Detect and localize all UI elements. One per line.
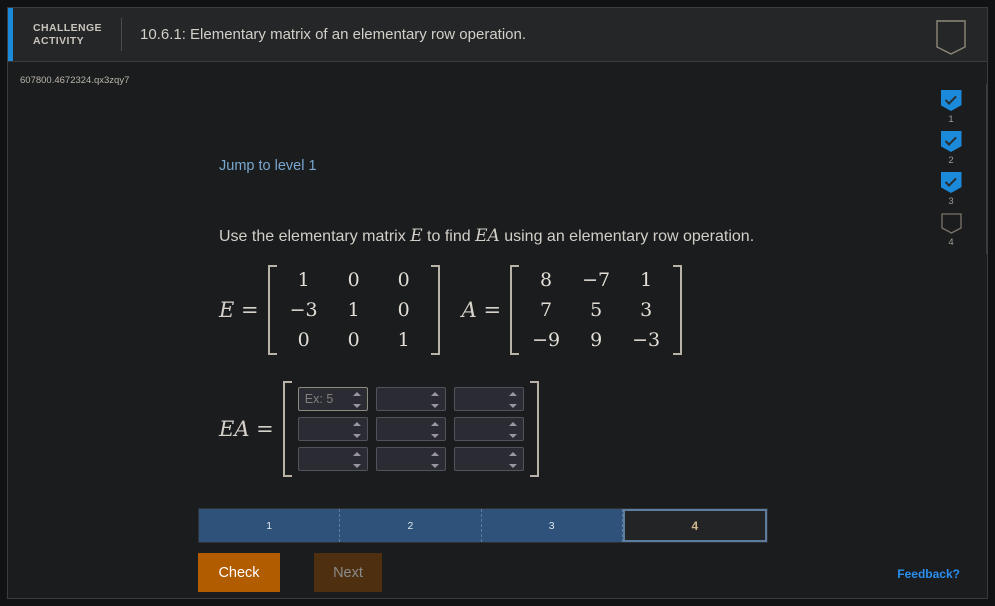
answer-cell-1-3[interactable]: [453, 387, 524, 411]
matrix-cell: −3: [289, 299, 318, 321]
check-button[interactable]: Check: [198, 553, 280, 592]
stepper-arrows-icon[interactable]: [353, 392, 362, 408]
matrix-cell: −7: [582, 269, 611, 291]
challenge-activity-kicker: CHALLENGE ACTIVITY: [33, 22, 103, 48]
matrix-A-label: A =: [461, 298, 502, 322]
prompt-var-E: E: [410, 226, 423, 246]
matrix-EA-label: EA =: [219, 417, 274, 441]
level-badge-4: 4: [940, 213, 962, 248]
page-root: CHALLENGE ACTIVITY 10.6.1: Elementary ma…: [0, 0, 995, 606]
stepper-arrows-icon[interactable]: [353, 422, 362, 438]
stepper-arrows-icon[interactable]: [509, 452, 518, 468]
stepper-arrows-icon[interactable]: [431, 452, 440, 468]
matrix-cell: −3: [632, 329, 661, 351]
question-content: Jump to level 1 Use the elementary matri…: [219, 158, 759, 477]
stepper-arrows-icon[interactable]: [509, 422, 518, 438]
header-accent-bar: [8, 8, 13, 61]
matrix-cell: 3: [640, 299, 653, 321]
level-progress-bar: 1 2 3 4: [198, 508, 768, 543]
matrix-cell: 0: [347, 329, 360, 351]
level-badge-3: 3: [940, 172, 962, 207]
progress-segment-4[interactable]: 4: [622, 509, 767, 542]
prompt-part-2: to find: [422, 228, 476, 245]
header-divider: [121, 18, 122, 51]
matrix-cell: 5: [590, 299, 603, 321]
progress-segment-1[interactable]: 1: [199, 509, 341, 542]
level-badge-label: 4: [948, 237, 954, 248]
check-badge-icon: [940, 131, 962, 152]
matrix-E-label: E =: [219, 298, 259, 322]
answer-cell-1-1[interactable]: [297, 387, 368, 411]
matrix-cell: 9: [590, 329, 603, 351]
matrix-A-left-bracket: [510, 265, 520, 355]
action-buttons: Check Next: [198, 553, 382, 592]
answer-cell-2-1[interactable]: [297, 417, 368, 441]
progress-segment-2[interactable]: 2: [340, 509, 482, 542]
matrix-EA-left-bracket: [282, 381, 292, 477]
question-prompt: Use the elementary matrix E to find EA u…: [219, 224, 759, 249]
question-id: 607800.4672324.qx3zqy7: [20, 75, 130, 86]
matrix-A-grid: 8 −7 1 7 5 3 −9 9 −3: [521, 265, 671, 355]
kicker-line-2: ACTIVITY: [33, 34, 85, 47]
level-badge-label: 3: [948, 196, 954, 207]
activity-body: 607800.4672324.qx3zqy7 1 2 3 4 Jump to l…: [8, 62, 987, 598]
matrix-cell: 1: [640, 269, 653, 291]
activity-card: CHALLENGE ACTIVITY 10.6.1: Elementary ma…: [7, 7, 988, 599]
answer-cell-2-2[interactable]: [375, 417, 446, 441]
matrix-cell: 8: [540, 269, 553, 291]
stepper-arrows-icon[interactable]: [431, 422, 440, 438]
check-badge-icon: [940, 172, 962, 193]
jump-to-level-link[interactable]: Jump to level 1: [219, 158, 759, 174]
matrix-cell: −9: [532, 329, 561, 351]
progress-segment-3[interactable]: 3: [481, 509, 623, 542]
stepper-arrows-icon[interactable]: [431, 392, 440, 408]
matrix-cell: 0: [397, 269, 410, 291]
answer-input-grid: [294, 381, 528, 477]
stepper-arrows-icon[interactable]: [509, 392, 518, 408]
level-badge-label: 2: [948, 155, 954, 166]
matrix-cell: 1: [397, 329, 410, 351]
matrix-cell: 7: [540, 299, 553, 321]
matrix-E-right-bracket: [430, 265, 440, 355]
matrix-cell: 1: [297, 269, 310, 291]
level-rail: 1 2 3 4: [933, 90, 969, 254]
answer-matrix: EA =: [219, 381, 759, 477]
prompt-var-EA: EA: [475, 226, 500, 246]
answer-cell-3-3[interactable]: [453, 447, 524, 471]
matrix-E-grid: 1 0 0 −3 1 0 0 0 1: [279, 265, 429, 355]
matrix-EA-right-bracket: [529, 381, 539, 477]
next-button: Next: [314, 553, 382, 592]
rail-divider: [986, 84, 987, 254]
prompt-part-3: using an elementary row operation.: [499, 228, 755, 245]
empty-badge-icon: [940, 213, 962, 234]
level-badge-label: 1: [948, 114, 954, 125]
given-matrices: E = 1 0 0 −3 1 0 0 0 1 A = 8 −7 1 7 5 3 …: [219, 265, 759, 355]
activity-header: CHALLENGE ACTIVITY 10.6.1: Elementary ma…: [8, 8, 987, 62]
matrix-cell: 0: [297, 329, 310, 351]
matrix-A-right-bracket: [673, 265, 683, 355]
level-badge-2: 2: [940, 131, 962, 166]
matrix-cell: 0: [347, 269, 360, 291]
feedback-link[interactable]: Feedback?: [897, 567, 960, 581]
matrix-cell: 1: [347, 299, 360, 321]
stepper-arrows-icon[interactable]: [353, 452, 362, 468]
bookmark-icon[interactable]: [936, 20, 966, 56]
kicker-line-1: CHALLENGE: [33, 21, 102, 34]
answer-cell-3-2[interactable]: [375, 447, 446, 471]
answer-cell-2-3[interactable]: [453, 417, 524, 441]
answer-cell-1-2[interactable]: [375, 387, 446, 411]
level-badge-1: 1: [940, 90, 962, 125]
matrix-E-left-bracket: [267, 265, 277, 355]
prompt-part-1: Use the elementary matrix: [219, 228, 411, 245]
answer-cell-3-1[interactable]: [297, 447, 368, 471]
page-title: 10.6.1: Elementary matrix of an elementa…: [140, 26, 527, 43]
check-badge-icon: [940, 90, 962, 111]
matrix-cell: 0: [397, 299, 410, 321]
